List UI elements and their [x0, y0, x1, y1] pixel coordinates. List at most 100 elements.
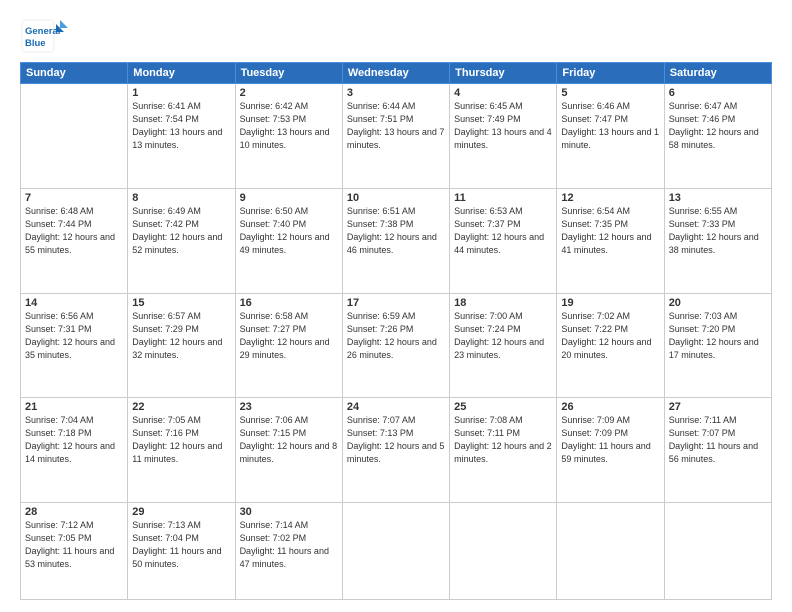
week-row-2: 7Sunrise: 6:48 AM Sunset: 7:44 PM Daylig… — [21, 188, 772, 293]
calendar-cell: 1Sunrise: 6:41 AM Sunset: 7:54 PM Daylig… — [128, 84, 235, 189]
day-number: 10 — [347, 192, 445, 204]
weekday-header-wednesday: Wednesday — [342, 63, 449, 84]
cell-text: Sunrise: 7:11 AM Sunset: 7:07 PM Dayligh… — [669, 414, 767, 466]
weekday-header-friday: Friday — [557, 63, 664, 84]
calendar-cell: 18Sunrise: 7:00 AM Sunset: 7:24 PM Dayli… — [450, 293, 557, 398]
cell-text: Sunrise: 7:02 AM Sunset: 7:22 PM Dayligh… — [561, 310, 659, 362]
day-number: 3 — [347, 87, 445, 99]
logo: General Blue — [20, 18, 70, 54]
calendar-cell — [21, 84, 128, 189]
cell-text: Sunrise: 6:47 AM Sunset: 7:46 PM Dayligh… — [669, 100, 767, 152]
calendar-cell: 11Sunrise: 6:53 AM Sunset: 7:37 PM Dayli… — [450, 188, 557, 293]
svg-text:General: General — [25, 26, 60, 37]
cell-text: Sunrise: 6:58 AM Sunset: 7:27 PM Dayligh… — [240, 310, 338, 362]
weekday-header-thursday: Thursday — [450, 63, 557, 84]
day-number: 30 — [240, 506, 338, 518]
cell-text: Sunrise: 7:07 AM Sunset: 7:13 PM Dayligh… — [347, 414, 445, 466]
cell-text: Sunrise: 6:45 AM Sunset: 7:49 PM Dayligh… — [454, 100, 552, 152]
calendar-cell: 2Sunrise: 6:42 AM Sunset: 7:53 PM Daylig… — [235, 84, 342, 189]
cell-text: Sunrise: 7:03 AM Sunset: 7:20 PM Dayligh… — [669, 310, 767, 362]
calendar-cell: 5Sunrise: 6:46 AM Sunset: 7:47 PM Daylig… — [557, 84, 664, 189]
weekday-header-row: SundayMondayTuesdayWednesdayThursdayFrid… — [21, 63, 772, 84]
week-row-4: 21Sunrise: 7:04 AM Sunset: 7:18 PM Dayli… — [21, 398, 772, 503]
day-number: 6 — [669, 87, 767, 99]
day-number: 12 — [561, 192, 659, 204]
cell-text: Sunrise: 6:50 AM Sunset: 7:40 PM Dayligh… — [240, 205, 338, 257]
calendar-cell: 13Sunrise: 6:55 AM Sunset: 7:33 PM Dayli… — [664, 188, 771, 293]
cell-text: Sunrise: 6:48 AM Sunset: 7:44 PM Dayligh… — [25, 205, 123, 257]
calendar-cell: 7Sunrise: 6:48 AM Sunset: 7:44 PM Daylig… — [21, 188, 128, 293]
calendar-cell: 15Sunrise: 6:57 AM Sunset: 7:29 PM Dayli… — [128, 293, 235, 398]
cell-text: Sunrise: 6:56 AM Sunset: 7:31 PM Dayligh… — [25, 310, 123, 362]
logo-svg: General Blue — [20, 18, 70, 54]
day-number: 9 — [240, 192, 338, 204]
day-number: 2 — [240, 87, 338, 99]
day-number: 1 — [132, 87, 230, 99]
calendar-cell: 28Sunrise: 7:12 AM Sunset: 7:05 PM Dayli… — [21, 503, 128, 600]
day-number: 7 — [25, 192, 123, 204]
calendar-cell: 6Sunrise: 6:47 AM Sunset: 7:46 PM Daylig… — [664, 84, 771, 189]
cell-text: Sunrise: 7:05 AM Sunset: 7:16 PM Dayligh… — [132, 414, 230, 466]
day-number: 14 — [25, 297, 123, 309]
week-row-5: 28Sunrise: 7:12 AM Sunset: 7:05 PM Dayli… — [21, 503, 772, 600]
header: General Blue — [20, 18, 772, 54]
calendar-cell: 4Sunrise: 6:45 AM Sunset: 7:49 PM Daylig… — [450, 84, 557, 189]
day-number: 24 — [347, 401, 445, 413]
cell-text: Sunrise: 6:46 AM Sunset: 7:47 PM Dayligh… — [561, 100, 659, 152]
day-number: 16 — [240, 297, 338, 309]
calendar-cell: 21Sunrise: 7:04 AM Sunset: 7:18 PM Dayli… — [21, 398, 128, 503]
calendar-cell: 17Sunrise: 6:59 AM Sunset: 7:26 PM Dayli… — [342, 293, 449, 398]
svg-text:Blue: Blue — [25, 38, 46, 49]
cell-text: Sunrise: 7:12 AM Sunset: 7:05 PM Dayligh… — [25, 519, 123, 571]
calendar-cell: 26Sunrise: 7:09 AM Sunset: 7:09 PM Dayli… — [557, 398, 664, 503]
calendar-cell — [664, 503, 771, 600]
cell-text: Sunrise: 6:41 AM Sunset: 7:54 PM Dayligh… — [132, 100, 230, 152]
cell-text: Sunrise: 6:55 AM Sunset: 7:33 PM Dayligh… — [669, 205, 767, 257]
day-number: 8 — [132, 192, 230, 204]
cell-text: Sunrise: 7:09 AM Sunset: 7:09 PM Dayligh… — [561, 414, 659, 466]
calendar-cell — [557, 503, 664, 600]
day-number: 18 — [454, 297, 552, 309]
cell-text: Sunrise: 7:06 AM Sunset: 7:15 PM Dayligh… — [240, 414, 338, 466]
calendar-cell: 19Sunrise: 7:02 AM Sunset: 7:22 PM Dayli… — [557, 293, 664, 398]
calendar-cell: 27Sunrise: 7:11 AM Sunset: 7:07 PM Dayli… — [664, 398, 771, 503]
calendar-cell: 24Sunrise: 7:07 AM Sunset: 7:13 PM Dayli… — [342, 398, 449, 503]
day-number: 15 — [132, 297, 230, 309]
cell-text: Sunrise: 6:51 AM Sunset: 7:38 PM Dayligh… — [347, 205, 445, 257]
calendar-cell: 22Sunrise: 7:05 AM Sunset: 7:16 PM Dayli… — [128, 398, 235, 503]
cell-text: Sunrise: 6:53 AM Sunset: 7:37 PM Dayligh… — [454, 205, 552, 257]
calendar-cell: 9Sunrise: 6:50 AM Sunset: 7:40 PM Daylig… — [235, 188, 342, 293]
day-number: 25 — [454, 401, 552, 413]
day-number: 13 — [669, 192, 767, 204]
calendar-cell: 12Sunrise: 6:54 AM Sunset: 7:35 PM Dayli… — [557, 188, 664, 293]
weekday-header-saturday: Saturday — [664, 63, 771, 84]
day-number: 28 — [25, 506, 123, 518]
day-number: 22 — [132, 401, 230, 413]
weekday-header-tuesday: Tuesday — [235, 63, 342, 84]
cell-text: Sunrise: 6:59 AM Sunset: 7:26 PM Dayligh… — [347, 310, 445, 362]
calendar-cell: 3Sunrise: 6:44 AM Sunset: 7:51 PM Daylig… — [342, 84, 449, 189]
day-number: 27 — [669, 401, 767, 413]
calendar-table: SundayMondayTuesdayWednesdayThursdayFrid… — [20, 62, 772, 600]
day-number: 17 — [347, 297, 445, 309]
calendar-cell: 29Sunrise: 7:13 AM Sunset: 7:04 PM Dayli… — [128, 503, 235, 600]
day-number: 21 — [25, 401, 123, 413]
calendar-cell: 25Sunrise: 7:08 AM Sunset: 7:11 PM Dayli… — [450, 398, 557, 503]
cell-text: Sunrise: 7:00 AM Sunset: 7:24 PM Dayligh… — [454, 310, 552, 362]
week-row-3: 14Sunrise: 6:56 AM Sunset: 7:31 PM Dayli… — [21, 293, 772, 398]
week-row-1: 1Sunrise: 6:41 AM Sunset: 7:54 PM Daylig… — [21, 84, 772, 189]
day-number: 4 — [454, 87, 552, 99]
calendar-cell: 20Sunrise: 7:03 AM Sunset: 7:20 PM Dayli… — [664, 293, 771, 398]
cell-text: Sunrise: 6:57 AM Sunset: 7:29 PM Dayligh… — [132, 310, 230, 362]
day-number: 29 — [132, 506, 230, 518]
cell-text: Sunrise: 6:42 AM Sunset: 7:53 PM Dayligh… — [240, 100, 338, 152]
cell-text: Sunrise: 7:13 AM Sunset: 7:04 PM Dayligh… — [132, 519, 230, 571]
calendar-cell: 10Sunrise: 6:51 AM Sunset: 7:38 PM Dayli… — [342, 188, 449, 293]
day-number: 23 — [240, 401, 338, 413]
calendar-cell: 16Sunrise: 6:58 AM Sunset: 7:27 PM Dayli… — [235, 293, 342, 398]
day-number: 5 — [561, 87, 659, 99]
cell-text: Sunrise: 6:44 AM Sunset: 7:51 PM Dayligh… — [347, 100, 445, 152]
cell-text: Sunrise: 7:04 AM Sunset: 7:18 PM Dayligh… — [25, 414, 123, 466]
cell-text: Sunrise: 7:14 AM Sunset: 7:02 PM Dayligh… — [240, 519, 338, 571]
weekday-header-sunday: Sunday — [21, 63, 128, 84]
